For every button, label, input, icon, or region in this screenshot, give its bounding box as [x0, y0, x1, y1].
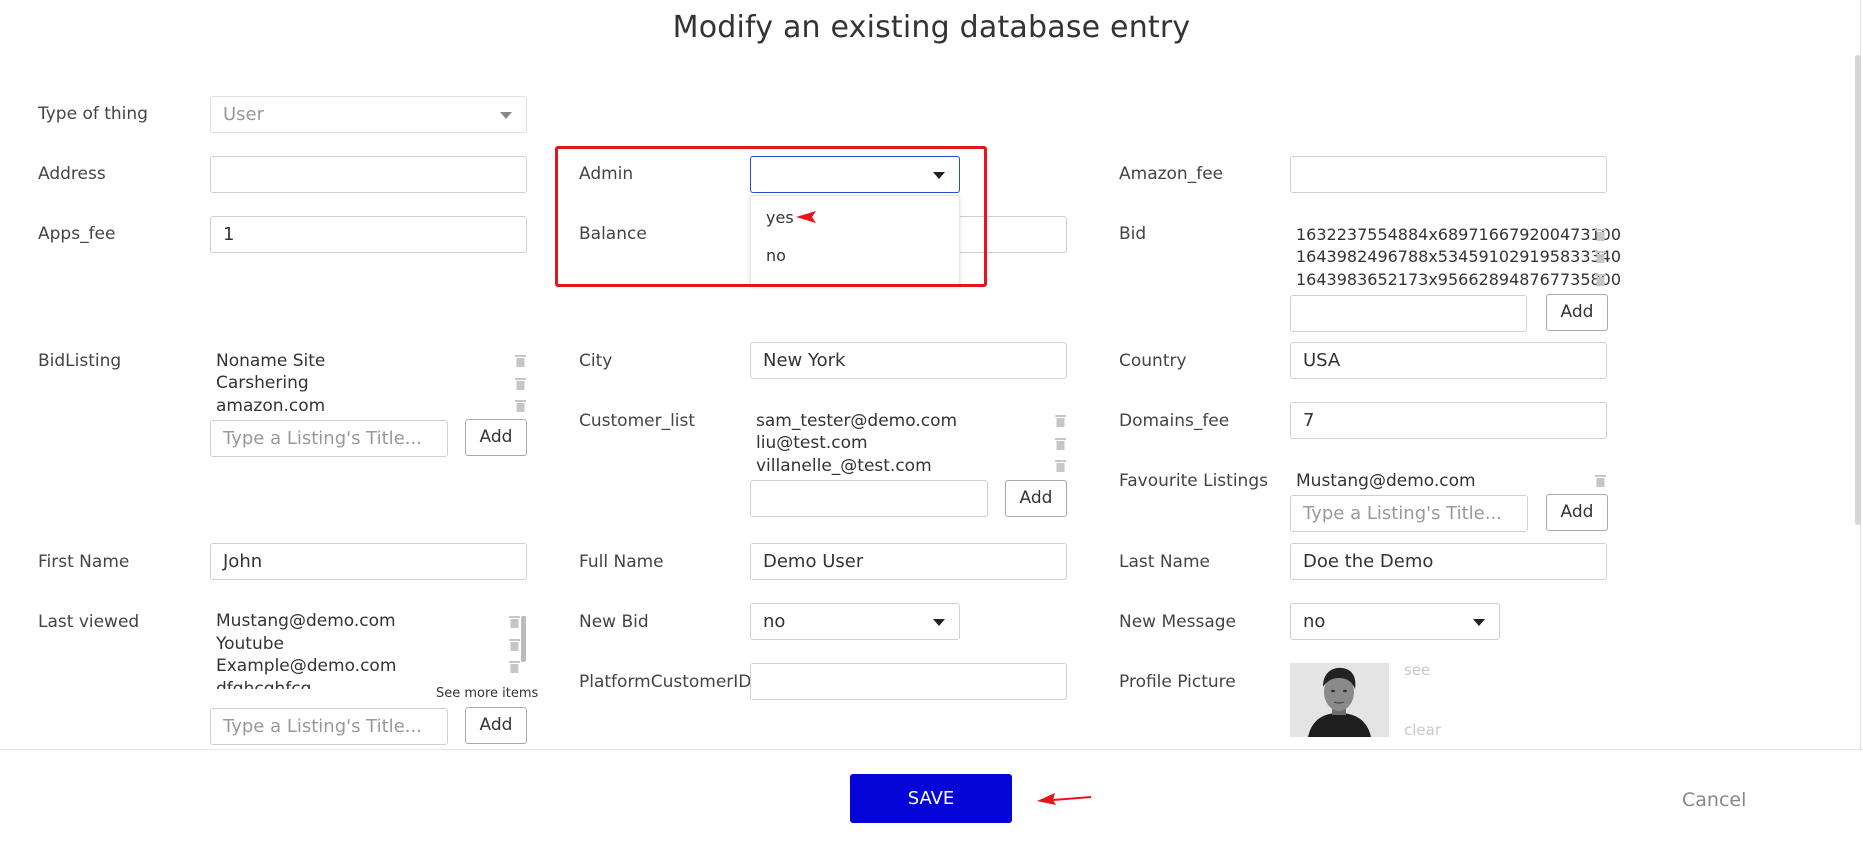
customer-list-add-button[interactable]: Add	[1005, 480, 1067, 517]
bidlisting-item: Noname Site	[216, 351, 326, 371]
last-viewed-list[interactable]: Mustang@demo.com Youtube Example@demo.co…	[216, 609, 528, 689]
new-message-label: New Message	[1119, 612, 1236, 632]
customer-list-new-input[interactable]	[750, 480, 988, 517]
bid-item: 1643982496788x534591029195833340	[1296, 247, 1622, 266]
first-name-label: First Name	[38, 552, 130, 572]
customer-list-item: liu@test.com	[756, 433, 868, 453]
bid-new-input[interactable]	[1290, 295, 1527, 332]
trash-icon[interactable]	[1595, 228, 1606, 241]
favourite-listings-item: Mustang@demo.com	[1296, 471, 1476, 491]
see-more-link[interactable]: See more items	[436, 686, 538, 701]
chevron-down-icon	[933, 619, 945, 626]
trash-icon[interactable]	[1055, 414, 1066, 427]
amazon-fee-input[interactable]	[1290, 156, 1607, 193]
domains-fee-input[interactable]: 7	[1290, 402, 1607, 439]
last-name-input[interactable]: Doe the Demo	[1290, 543, 1607, 580]
bidlisting-item: Carshering	[216, 373, 309, 393]
profile-picture-image	[1290, 663, 1389, 737]
favourite-listings-label: Favourite Listings	[1119, 471, 1268, 491]
bidlisting-label: BidListing	[38, 351, 122, 371]
last-viewed-item: dfghcghfcg	[216, 679, 312, 689]
favourite-listings-add-button[interactable]: Add	[1546, 494, 1608, 531]
customer-list-item: villanelle_@test.com	[756, 456, 932, 476]
trash-icon[interactable]	[515, 399, 526, 412]
amazon-fee-label: Amazon_fee	[1119, 164, 1224, 184]
first-name-input[interactable]: John	[210, 543, 527, 580]
address-label: Address	[38, 164, 106, 184]
country-input[interactable]: USA	[1290, 342, 1607, 379]
apps-fee-label: Apps_fee	[38, 224, 116, 244]
trash-icon[interactable]	[1595, 474, 1606, 487]
bidlisting-search-input[interactable]: Type a Listing's Title...	[210, 420, 448, 457]
annotation-arrow-icon	[1037, 793, 1091, 805]
city-label: City	[579, 351, 613, 371]
new-message-value: no	[1303, 611, 1326, 632]
new-message-select[interactable]: no	[1290, 603, 1500, 640]
type-of-thing-select[interactable]: User	[210, 96, 527, 133]
domains-fee-label: Domains_fee	[1119, 411, 1230, 431]
bid-label: Bid	[1119, 224, 1147, 244]
new-bid-select[interactable]: no	[750, 603, 960, 640]
customer-list-item: sam_tester@demo.com	[756, 411, 958, 431]
chevron-down-icon	[500, 112, 512, 119]
trash-icon[interactable]	[509, 660, 520, 673]
type-of-thing-label: Type of thing	[38, 104, 148, 124]
last-viewed-add-button[interactable]: Add	[465, 707, 527, 744]
bid-item: 1632237554884x689716679200473100	[1296, 225, 1622, 244]
trash-icon[interactable]	[509, 638, 520, 651]
trash-icon[interactable]	[1055, 437, 1066, 450]
country-label: Country	[1119, 351, 1187, 371]
save-button[interactable]: SAVE	[850, 774, 1012, 823]
trash-icon[interactable]	[1595, 250, 1606, 263]
chevron-down-icon	[1473, 619, 1485, 626]
bid-item: 1643983652173x956628948767735800	[1296, 270, 1622, 289]
last-viewed-item: Youtube	[216, 634, 284, 654]
new-bid-label: New Bid	[579, 612, 649, 632]
address-input[interactable]	[210, 156, 527, 193]
full-name-label: Full Name	[579, 552, 664, 572]
customer-list-label: Customer_list	[579, 411, 696, 431]
platform-customer-id-label: PlatformCustomerID	[579, 672, 752, 692]
profile-picture-clear-link[interactable]: clear	[1404, 721, 1441, 739]
last-viewed-scrollbar[interactable]	[521, 616, 526, 662]
trash-icon[interactable]	[509, 615, 520, 628]
trash-icon[interactable]	[515, 377, 526, 390]
cancel-button[interactable]: Cancel	[1682, 789, 1746, 811]
type-of-thing-value: User	[223, 104, 265, 125]
favourite-listings-search-input[interactable]: Type a Listing's Title...	[1290, 495, 1528, 532]
highlight-box	[555, 146, 987, 287]
page-scrollbar[interactable]	[1855, 55, 1861, 525]
new-bid-value: no	[763, 611, 786, 632]
apps-fee-input[interactable]: 1	[210, 216, 527, 253]
last-name-label: Last Name	[1119, 552, 1210, 572]
trash-icon[interactable]	[1055, 459, 1066, 472]
trash-icon[interactable]	[515, 354, 526, 367]
last-viewed-label: Last viewed	[38, 612, 140, 632]
last-viewed-item: Example@demo.com	[216, 656, 397, 676]
platform-customer-id-input[interactable]	[750, 663, 1067, 700]
bidlisting-add-button[interactable]: Add	[465, 419, 527, 456]
city-input[interactable]: New York	[750, 342, 1067, 379]
bidlisting-item: amazon.com	[216, 396, 326, 416]
full-name-input[interactable]: Demo User	[750, 543, 1067, 580]
last-viewed-search-input[interactable]: Type a Listing's Title...	[210, 708, 448, 745]
profile-picture-label: Profile Picture	[1119, 672, 1236, 692]
bid-add-button[interactable]: Add	[1546, 294, 1608, 331]
page-title: Modify an existing database entry	[672, 10, 1191, 45]
last-viewed-item: Mustang@demo.com	[216, 611, 396, 631]
profile-picture-see-link[interactable]: see	[1404, 661, 1430, 679]
trash-icon[interactable]	[1595, 273, 1606, 286]
